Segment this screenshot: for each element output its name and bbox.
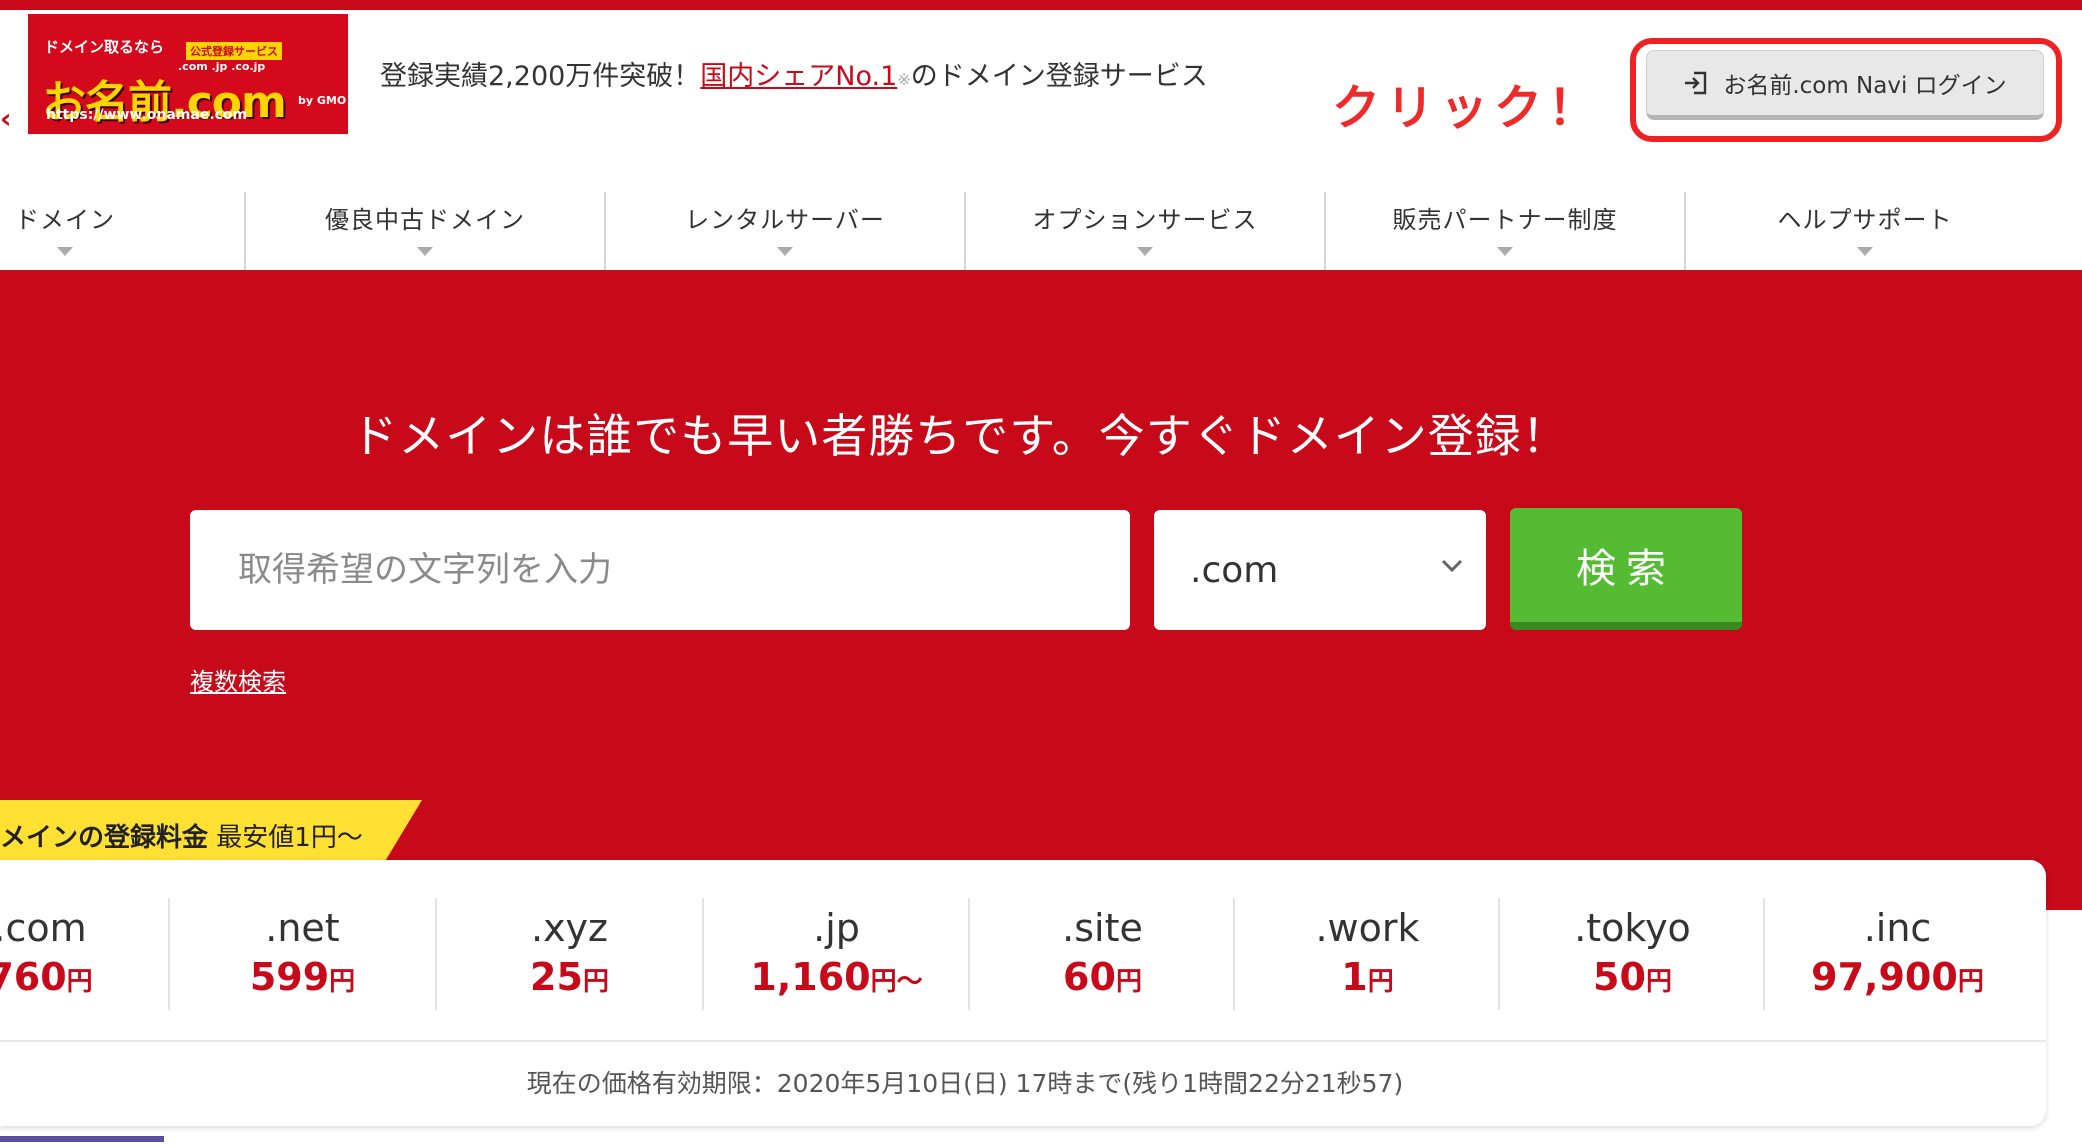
tld-price-work[interactable]: .work 1円 [1235, 906, 1500, 1022]
nav-item-option-service[interactable]: オプションサービス [966, 192, 1324, 270]
login-label: お名前.com Navi ログイン [1723, 73, 2007, 99]
price-card: .com 760円 .net 599円 .xyz 25円 .jp 1,160円〜… [0, 860, 2046, 1126]
tagline-suffix: のドメイン登録サービス [910, 61, 1208, 92]
onamae-logo[interactable]: ドメイン取るなら 公式登録サービス .com .jp .co.jp お名前.co… [28, 14, 348, 134]
login-icon [1685, 71, 1707, 95]
tld-price-unit: 円 [1367, 967, 1394, 997]
tld-name: .com [0, 906, 87, 950]
left-edge-mark: ‹ [0, 102, 12, 135]
share-link[interactable]: 国内シェアNo.1 [700, 61, 897, 92]
logo-tagline: ドメイン取るなら [44, 38, 165, 56]
tld-price: 97,900円 [1765, 950, 2030, 1009]
nav-label: 優良中古ドメイン [325, 206, 525, 234]
nav-label: ヘルプサポート [1777, 206, 1953, 234]
tld-price: 760円 [0, 950, 120, 1009]
chevron-down-icon [57, 247, 73, 256]
hero-title: ドメインは誰でも早い者勝ちです。今すぐドメイン登録！ [351, 409, 1569, 463]
tld-price-net[interactable]: .net 599円 [170, 906, 435, 1022]
tld-name: .work [1315, 906, 1420, 950]
tld-price-jp[interactable]: .jp 1,160円〜 [704, 906, 969, 1022]
tld-name: .xyz [530, 906, 608, 950]
logo-badge: 公式登録サービス [186, 42, 282, 60]
tld-price-value: 599 [249, 955, 330, 999]
tld-name: .site [1062, 906, 1143, 950]
tld-price-unit: 円 [329, 967, 356, 997]
tld-price-value: 25 [530, 955, 583, 999]
tagline-note: ※ [897, 70, 911, 89]
tld-price: 25円 [437, 950, 702, 1009]
tld-price-value: 1,160 [750, 955, 871, 999]
ribbon-text: 最安値1円〜 [216, 822, 363, 853]
nav-item-used-domain[interactable]: 優良中古ドメイン [246, 192, 604, 270]
nav-label: ドメイン [15, 206, 115, 234]
tld-price-unit: 円 [1115, 967, 1142, 997]
nav-label: 販売パートナー制度 [1392, 206, 1618, 234]
tld-price-unit: 円 [582, 967, 609, 997]
tld-price-value: 97,900 [1811, 955, 1958, 999]
price-validity-text: 現在の価格有効期限：2020年5月10日(日) 17時まで(残り1時間22分21… [526, 1069, 1404, 1098]
tagline-prefix: 登録実績2,200万件突破！ [380, 61, 701, 92]
card-divider [0, 1040, 2046, 1042]
chevron-down-icon [1441, 559, 1463, 573]
nav-item-domain[interactable]: ドメイン [0, 192, 140, 270]
tld-price-value: 1 [1341, 955, 1368, 999]
chevron-down-icon [777, 247, 793, 256]
tld-price: 1,160円〜 [704, 950, 969, 1009]
click-annotation: クリック！ [1332, 80, 1603, 136]
hero-search-section: ドメインは誰でも早い者勝ちです。今すぐドメイン登録！ .com 検索 複数検索 … [0, 270, 2082, 910]
nav-label: オプションサービス [1032, 206, 1258, 234]
tld-name: .tokyo [1574, 906, 1691, 950]
chevron-down-icon [1137, 247, 1153, 256]
tld-price: 60円 [970, 950, 1235, 1009]
tld-price-value: 760 [0, 955, 67, 999]
tld-price-site[interactable]: .site 60円 [970, 906, 1235, 1022]
tld-name: .inc [1863, 906, 1932, 950]
top-accent-bar [0, 0, 2082, 10]
tld-price-value: 50 [1593, 955, 1646, 999]
tld-selected-value: .com [1190, 549, 1279, 591]
tld-price-value: 60 [1063, 955, 1116, 999]
tld-price-inc[interactable]: .inc 97,900円 [1765, 906, 2030, 1022]
logo-url: https://www.onamae.com [46, 107, 248, 123]
tld-price-tokyo[interactable]: .tokyo 50円 [1500, 906, 1765, 1022]
chevron-down-icon [417, 247, 433, 256]
tld-price: 1円 [1235, 950, 1500, 1009]
search-button[interactable]: 検索 [1510, 508, 1742, 630]
tld-select[interactable]: .com [1154, 510, 1486, 630]
tld-price-xyz[interactable]: .xyz 25円 [437, 906, 702, 1022]
nav-item-rental-server[interactable]: レンタルサーバー [606, 192, 964, 270]
tld-price-unit: 円〜 [870, 967, 923, 997]
tld-price: 599円 [170, 950, 435, 1009]
tld-price-unit: 円 [66, 967, 93, 997]
global-nav: ドメイン 優良中古ドメイン レンタルサーバー オプションサービス 販売パートナー… [0, 192, 2082, 270]
tld-name: .net [265, 906, 340, 950]
tld-price: 50円 [1500, 950, 1765, 1009]
ribbon-bold-text: メインの登録料金 [0, 822, 209, 853]
nav-item-partner[interactable]: 販売パートナー制度 [1326, 192, 1684, 270]
bottom-accent-strip [0, 1136, 164, 1142]
tld-name: .jp [813, 906, 860, 950]
chevron-down-icon [1857, 247, 1873, 256]
navi-login-button[interactable]: お名前.com Navi ログイン [1646, 50, 2044, 120]
tld-price-unit: 円 [1645, 967, 1672, 997]
nav-label: レンタルサーバー [685, 206, 885, 234]
logo-by-gmo: by GMO [298, 94, 347, 107]
nav-item-help-support[interactable]: ヘルプサポート [1686, 192, 2044, 270]
tld-price-unit: 円 [1957, 967, 1984, 997]
domain-search-input[interactable] [190, 510, 1130, 630]
header-tagline: 登録実績2,200万件突破！国内シェアNo.1※のドメイン登録サービス [380, 54, 1208, 93]
site-header: ‹ ドメイン取るなら 公式登録サービス .com .jp .co.jp お名前.… [0, 10, 2082, 150]
tld-price-com[interactable]: .com 760円 [0, 906, 120, 1022]
multi-search-link[interactable]: 複数検索 [190, 662, 286, 697]
chevron-down-icon [1497, 247, 1513, 256]
